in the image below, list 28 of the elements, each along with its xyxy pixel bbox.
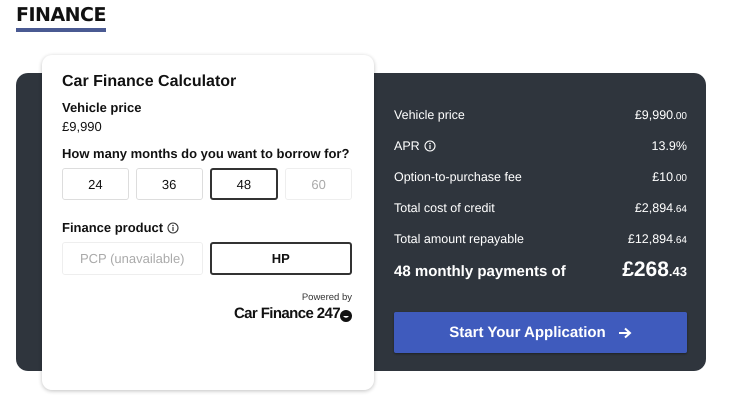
smiley-icon [340,310,352,322]
monthly-amount: £268.43 [622,258,687,282]
start-application-button[interactable]: Start Your Application [394,312,687,353]
summary-label: Total amount repayable [394,232,524,246]
arrow-icon [618,326,632,338]
page-heading: FINANCE [16,4,106,32]
card-title: Car Finance Calculator [62,73,238,91]
summary-value: £2,894.64 [634,200,687,214]
summary-value: 13.9% [652,138,687,152]
option-button[interactable]: 36 [136,168,202,200]
summary-value: £10.00 [652,170,687,184]
option-button[interactable]: HP [210,242,352,275]
info-icon[interactable] [167,222,180,234]
summary-value: £12,894.64 [628,232,687,246]
summary-label: APR [394,138,420,152]
summary-value: £9,990.00 [634,108,687,122]
powered-by-text: Powered by [302,292,352,303]
option-button[interactable]: 24 [62,168,129,200]
question-label: How many months do you want to borrow for? [62,146,350,161]
field-label: Vehicle price [62,100,142,115]
price-value: £9,990 [62,119,103,134]
monthly-label: 48 monthly payments of [394,263,566,280]
brand-logo: Car Finance 247 [234,305,340,322]
summary-label: Total cost of credit [394,200,495,214]
summary-label: Vehicle price [394,108,465,122]
option-button[interactable]: 48 [210,168,278,200]
summary-label: Option-to-purchase fee [394,170,522,184]
field-label: Finance product [62,220,164,235]
